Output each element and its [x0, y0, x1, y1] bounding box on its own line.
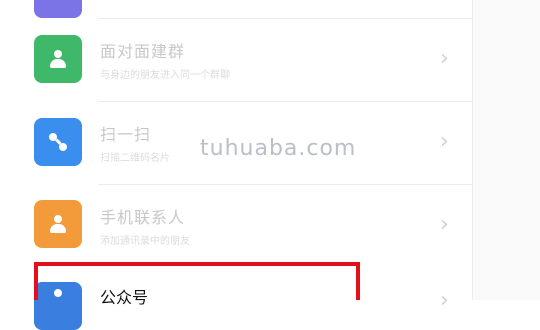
chevron-right-icon: › — [440, 46, 449, 71]
list-item-title: 手机联系人 — [100, 208, 186, 227]
list-item-subtitle: 扫描二维码名片 — [100, 153, 170, 164]
list-item-subtitle: 与身边的朋友进入同一个群聊 — [100, 70, 230, 81]
list-item-top-partial[interactable] — [0, 0, 472, 18]
highlight-box — [34, 262, 360, 300]
app-icon — [34, 0, 82, 18]
people-nearby-icon — [34, 35, 82, 83]
chevron-right-icon: › — [440, 212, 449, 237]
watermark: tuhuaba.com — [200, 136, 357, 161]
chevron-right-icon: › — [440, 288, 449, 313]
list-item-face-to-face[interactable]: 面对面建群 与身边的朋友进入同一个群聊 › — [0, 18, 472, 100]
list-item-title: 面对面建群 — [100, 42, 186, 61]
list-item-subtitle: 添加通讯录中的朋友 — [100, 236, 190, 247]
scan-icon — [34, 118, 82, 166]
contact-icon — [34, 200, 82, 248]
list-item-title: 扫一扫 — [100, 125, 152, 144]
list-item-phone-contacts[interactable]: 手机联系人 添加通讯录中的朋友 › — [0, 184, 472, 266]
chevron-right-icon: › — [440, 129, 449, 154]
side-gutter — [472, 0, 540, 300]
